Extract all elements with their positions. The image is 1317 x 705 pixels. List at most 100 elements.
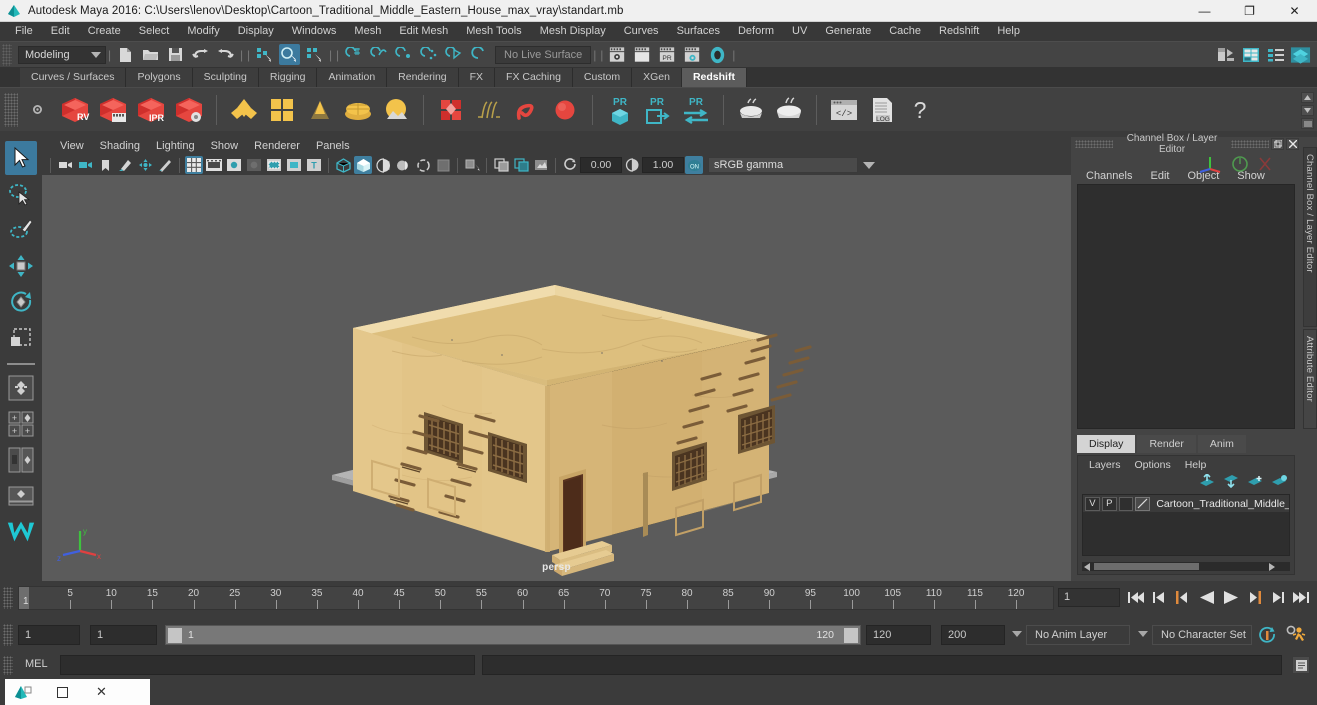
menu-item-cache[interactable]: Cache	[880, 22, 930, 41]
show-editors-icon[interactable]	[1215, 44, 1236, 65]
tab-attribute-editor[interactable]: Attribute Editor	[1304, 330, 1315, 402]
menu-item-generate[interactable]: Generate	[816, 22, 880, 41]
shelf-tab-redshift[interactable]: Redshift	[681, 68, 747, 87]
gamma-reset-icon[interactable]	[623, 156, 641, 174]
command-input[interactable]	[60, 655, 475, 675]
range-left-handle[interactable]	[168, 628, 182, 643]
menu-item-help[interactable]: Help	[988, 22, 1029, 41]
timeslider-grip[interactable]	[3, 587, 13, 609]
tab-channel-box-layer-editor[interactable]: Channel Box / Layer Editor	[1304, 148, 1315, 273]
shelf-scroll-up-icon[interactable]	[1301, 92, 1314, 103]
command-language-label[interactable]: MEL	[25, 658, 48, 670]
layer-color-swatch[interactable]	[1135, 496, 1151, 511]
layer-playback-toggle[interactable]: P	[1101, 496, 1117, 511]
panel-drag-dots[interactable]	[1075, 140, 1113, 148]
undock-icon[interactable]	[1271, 138, 1284, 150]
shadows-icon[interactable]	[463, 156, 481, 174]
layer-editor-tab-anim[interactable]: Anim	[1197, 435, 1246, 453]
shelf-drag-handle[interactable]	[4, 92, 18, 127]
live-surface-field[interactable]: No Live Surface	[495, 45, 592, 64]
move-layer-down-icon[interactable]	[1223, 474, 1240, 488]
range-right-handle[interactable]	[844, 628, 858, 643]
menu-item-edit-mesh[interactable]: Edit Mesh	[390, 22, 457, 41]
save-scene-icon[interactable]	[165, 44, 186, 65]
render-sequence-icon[interactable]	[632, 44, 653, 65]
render-view-icon[interactable]	[707, 44, 728, 65]
new-layer-from-selected-icon[interactable]	[1271, 474, 1288, 488]
last-tool-used[interactable]	[5, 371, 37, 405]
two-d-pan-zoom-icon[interactable]	[136, 156, 154, 174]
taskbar-window-button[interactable]: ✕	[5, 679, 150, 705]
layer-editor-menu-layers[interactable]: Layers	[1082, 459, 1128, 471]
shelf-tab-rigging[interactable]: Rigging	[258, 68, 318, 87]
range-start-field[interactable]: 1	[90, 625, 157, 645]
shelf-tab-fx[interactable]: FX	[458, 68, 496, 87]
four-view-layout[interactable]: + + +	[5, 407, 37, 441]
shelf-tab-polygons[interactable]: Polygons	[126, 68, 193, 87]
resolution-gate-icon[interactable]	[225, 156, 243, 174]
grid-icon[interactable]	[185, 156, 203, 174]
step-forward-keyframe-icon[interactable]	[1268, 587, 1288, 608]
menu-set-dropdown[interactable]: Modeling	[18, 45, 106, 64]
persp-outliner-layout[interactable]	[5, 443, 37, 477]
step-back-frame-icon[interactable]	[1172, 587, 1192, 608]
menu-item-create[interactable]: Create	[79, 22, 130, 41]
redshift-bake-all-icon[interactable]	[771, 92, 807, 128]
redshift-material-grid-icon[interactable]	[264, 92, 300, 128]
redshift-material-icon[interactable]	[226, 92, 262, 128]
open-scene-icon[interactable]	[140, 44, 161, 65]
panel-drag-dots-right[interactable]	[1231, 140, 1269, 148]
statusline-grip[interactable]	[2, 43, 12, 66]
menu-item-mesh[interactable]: Mesh	[345, 22, 390, 41]
redshift-pr-transfer-icon[interactable]: PR	[678, 92, 714, 128]
animation-preferences-icon[interactable]	[1286, 625, 1307, 651]
redshift-ipr-icon[interactable]: IPR	[133, 92, 169, 128]
perspective-viewport[interactable]: persp y x z	[42, 175, 1071, 581]
character-set-dropdown[interactable]: No Character Set	[1152, 625, 1252, 645]
close-icon[interactable]	[1286, 138, 1299, 150]
menu-item-select[interactable]: Select	[130, 22, 179, 41]
viewport-menu-renderer[interactable]: Renderer	[246, 137, 308, 155]
select-by-object-icon[interactable]	[279, 44, 300, 65]
go-to-start-icon[interactable]	[1126, 587, 1146, 608]
rotate-tool[interactable]	[5, 285, 37, 319]
restore-button[interactable]: ❐	[1227, 0, 1272, 22]
chevron-down-icon[interactable]	[1012, 631, 1022, 637]
render-settings-icon[interactable]	[682, 44, 703, 65]
auto-keyframe-icon[interactable]	[1258, 626, 1277, 650]
lock-camera-icon[interactable]	[76, 156, 94, 174]
redshift-pr-object-icon[interactable]: PR	[602, 92, 638, 128]
move-tool[interactable]	[5, 249, 37, 283]
shelf-tab-xgen[interactable]: XGen	[632, 68, 682, 87]
menu-item-deform[interactable]: Deform	[729, 22, 783, 41]
single-perspective-layout[interactable]	[5, 479, 37, 513]
layer-editor-tab-render[interactable]: Render	[1137, 435, 1196, 453]
viewport-menu-shading[interactable]: Shading	[92, 137, 148, 155]
play-forwards-icon[interactable]	[1220, 587, 1242, 608]
viewport-menu-show[interactable]: Show	[203, 137, 247, 155]
layer-shading-toggle[interactable]	[1118, 496, 1134, 511]
play-backwards-icon[interactable]	[1195, 587, 1217, 608]
redshift-script-icon[interactable]: </>	[826, 92, 862, 128]
commandline-grip[interactable]	[3, 656, 13, 675]
anim-start-field[interactable]: 1	[18, 625, 80, 645]
select-by-hierarchy-icon[interactable]	[254, 44, 275, 65]
scroll-left-icon[interactable]	[1084, 562, 1092, 571]
image-plane-icon[interactable]	[116, 156, 134, 174]
redshift-render-view-icon[interactable]: RV	[57, 92, 93, 128]
film-gate-icon[interactable]	[205, 156, 223, 174]
range-bar[interactable]: 1 120	[165, 625, 861, 645]
menu-item-curves[interactable]: Curves	[615, 22, 668, 41]
shelf-scroll-down-icon[interactable]	[1301, 105, 1314, 116]
film-origin-icon[interactable]	[265, 156, 283, 174]
viewport-menu-panels[interactable]: Panels	[308, 137, 358, 155]
scale-tool[interactable]	[5, 321, 37, 355]
wireframe-on-shaded-icon[interactable]	[394, 156, 412, 174]
menu-item-uv[interactable]: UV	[783, 22, 816, 41]
menu-item-windows[interactable]: Windows	[283, 22, 346, 41]
time-slider-track[interactable]: 1 5 10 15 20 25 30 35 40 45 50 55 60 65 70 75 80 85 90 95 1…	[18, 586, 1054, 610]
new-layer-icon[interactable]	[1247, 474, 1264, 488]
layer-name[interactable]: Cartoon_Traditional_Middle_	[1156, 498, 1289, 510]
menu-item-mesh-display[interactable]: Mesh Display	[531, 22, 615, 41]
menu-item-redshift[interactable]: Redshift	[930, 22, 988, 41]
